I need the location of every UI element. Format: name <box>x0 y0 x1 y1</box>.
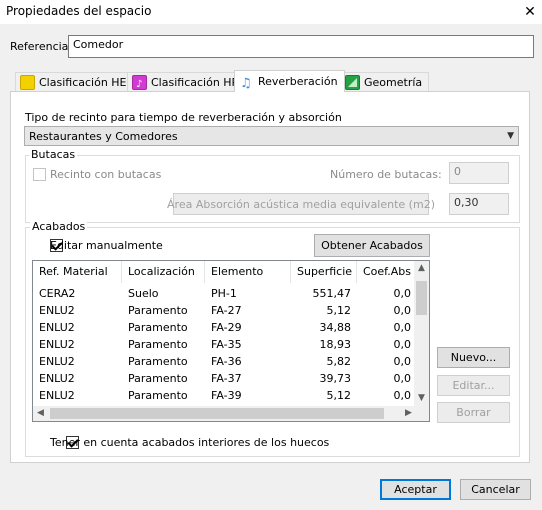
editar-manualmente-label: Editar manualmente <box>50 239 163 252</box>
cell: Paramento <box>128 321 188 334</box>
cell: 0,0 <box>393 355 412 368</box>
table-row[interactable]: ENLU2 Paramento FA-37 39,73 0,0 <box>33 370 417 387</box>
cell: 34,88 <box>319 321 352 334</box>
cell: ENLU2 <box>39 321 75 334</box>
cell: Paramento <box>128 389 188 402</box>
svg-text:♪: ♪ <box>136 79 142 89</box>
cell: 0,0 <box>393 304 412 317</box>
cell: Paramento <box>128 304 188 317</box>
cell: PH-1 <box>211 287 237 300</box>
tab-label: Clasificación HE1 <box>39 76 134 89</box>
cell: Suelo <box>128 287 159 300</box>
cell: 39,73 <box>319 372 352 385</box>
nuevo-button[interactable]: Nuevo... <box>437 347 510 368</box>
tab-label: Reverberación <box>258 75 338 88</box>
obtener-acabados-button[interactable]: Obtener Acabados <box>314 234 430 257</box>
cell: CERA2 <box>39 287 76 300</box>
chevron-down-icon: ▼ <box>507 131 514 141</box>
tipo-recinto-select[interactable]: Restaurantes y Comedores ▼ <box>24 126 519 146</box>
cell: ENLU2 <box>39 389 75 402</box>
table-row[interactable]: ENLU2 Paramento FA-35 18,93 0,0 <box>33 336 417 353</box>
cell: 0,0 <box>393 338 412 351</box>
tab-clasificacion-he1[interactable]: Clasificación HE1 <box>15 72 141 92</box>
area-absorcion-value: 0,30 <box>449 193 509 215</box>
reverb-icon: ♫ <box>239 74 254 89</box>
cell: 551,47 <box>312 287 352 300</box>
cell: Paramento <box>128 338 188 351</box>
tab-reverberacion[interactable]: ♫ Reverberación <box>234 70 345 92</box>
cell: FA-36 <box>211 355 242 368</box>
scroll-left-icon[interactable]: ◀ <box>33 406 48 421</box>
cell: 18,93 <box>319 338 352 351</box>
acabados-huecos-label: Tener en cuenta acabados interiores de l… <box>50 436 330 449</box>
scroll-up-icon[interactable]: ▲ <box>414 261 429 276</box>
cell: 0,0 <box>393 372 412 385</box>
he1-icon <box>20 75 35 90</box>
table-body: CERA2 Suelo PH-1 551,47 0,0 ENLU2 Parame… <box>33 285 417 404</box>
referencia-input[interactable]: Comedor <box>68 35 534 58</box>
tipo-recinto-value: Restaurantes y Comedores <box>29 129 178 143</box>
table-row[interactable]: CERA2 Suelo PH-1 551,47 0,0 <box>33 285 417 302</box>
scrollbar-corner <box>414 406 429 421</box>
area-absorcion-button[interactable]: Área Absorción acústica media equivalent… <box>167 193 435 215</box>
borrar-button[interactable]: Borrar <box>437 402 510 423</box>
cell: 0,0 <box>393 321 412 334</box>
close-icon[interactable]: ✕ <box>518 0 542 24</box>
cell: Paramento <box>128 372 188 385</box>
column-header[interactable]: Superficie <box>291 261 357 283</box>
acabados-title: Acabados <box>30 220 88 233</box>
vertical-scrollbar[interactable]: ▲ ▼ <box>414 261 429 406</box>
column-header[interactable]: Localización <box>122 261 205 283</box>
numero-butacas-label: Número de butacas: <box>330 168 442 181</box>
tab-clasificacion-hr[interactable]: ♪ Clasificación HR <box>127 72 247 92</box>
cell: 5,12 <box>326 304 352 317</box>
cell: 0,0 <box>393 389 412 402</box>
cell: Paramento <box>128 355 188 368</box>
cancelar-button[interactable]: Cancelar <box>460 479 531 500</box>
referencia-label: Referencia: <box>10 40 73 53</box>
tab-label: Geometría <box>364 76 423 89</box>
horizontal-scrollbar[interactable]: ◀ ▶ <box>33 406 416 421</box>
cell: ENLU2 <box>39 372 75 385</box>
scroll-down-icon[interactable]: ▼ <box>414 391 429 406</box>
vertical-scroll-thumb[interactable] <box>416 281 427 315</box>
butacas-title: Butacas <box>29 148 78 161</box>
column-header[interactable]: Elemento <box>205 261 291 283</box>
cell: FA-29 <box>211 321 242 334</box>
cell: ENLU2 <box>39 304 75 317</box>
tab-label: Clasificación HR <box>151 76 240 89</box>
aceptar-button[interactable]: Aceptar <box>380 479 451 500</box>
recinto-butacas-label: Recinto con butacas <box>50 168 162 181</box>
cell: ENLU2 <box>39 355 75 368</box>
table-row[interactable]: ENLU2 Paramento FA-27 5,12 0,0 <box>33 302 417 319</box>
svg-text:♫: ♫ <box>240 76 252 89</box>
table-header: Ref. Material Localización Elemento Supe… <box>33 261 417 283</box>
cell: 5,12 <box>326 389 352 402</box>
cell: FA-39 <box>211 389 242 402</box>
tab-geometria[interactable]: Geometría <box>340 72 430 92</box>
tipo-recinto-label: Tipo de recinto para tiempo de reverbera… <box>25 111 342 124</box>
recinto-butacas-checkbox[interactable] <box>33 168 46 181</box>
cell: FA-27 <box>211 304 242 317</box>
hr-icon: ♪ <box>132 75 147 90</box>
title-bar: Propiedades del espacio ✕ <box>0 0 542 24</box>
table-row[interactable]: ENLU2 Paramento FA-39 5,12 0,0 <box>33 387 417 404</box>
column-header[interactable]: Ref. Material <box>33 261 122 283</box>
table-row[interactable]: ENLU2 Paramento FA-36 5,82 0,0 <box>33 353 417 370</box>
table-row[interactable]: ENLU2 Paramento FA-29 34,88 0,0 <box>33 319 417 336</box>
column-header[interactable]: Coef.Abs <box>357 261 417 283</box>
acabados-table[interactable]: Ref. Material Localización Elemento Supe… <box>32 260 430 422</box>
cell: FA-37 <box>211 372 242 385</box>
editar-button[interactable]: Editar... <box>437 375 510 396</box>
cell: FA-35 <box>211 338 242 351</box>
cell: 5,82 <box>326 355 352 368</box>
cell: 0,0 <box>393 287 412 300</box>
numero-butacas-input[interactable]: 0 <box>449 162 509 184</box>
window-title: Propiedades del espacio <box>6 4 152 18</box>
horizontal-scroll-thumb[interactable] <box>50 408 384 419</box>
geometry-icon <box>345 75 360 90</box>
cell: ENLU2 <box>39 338 75 351</box>
